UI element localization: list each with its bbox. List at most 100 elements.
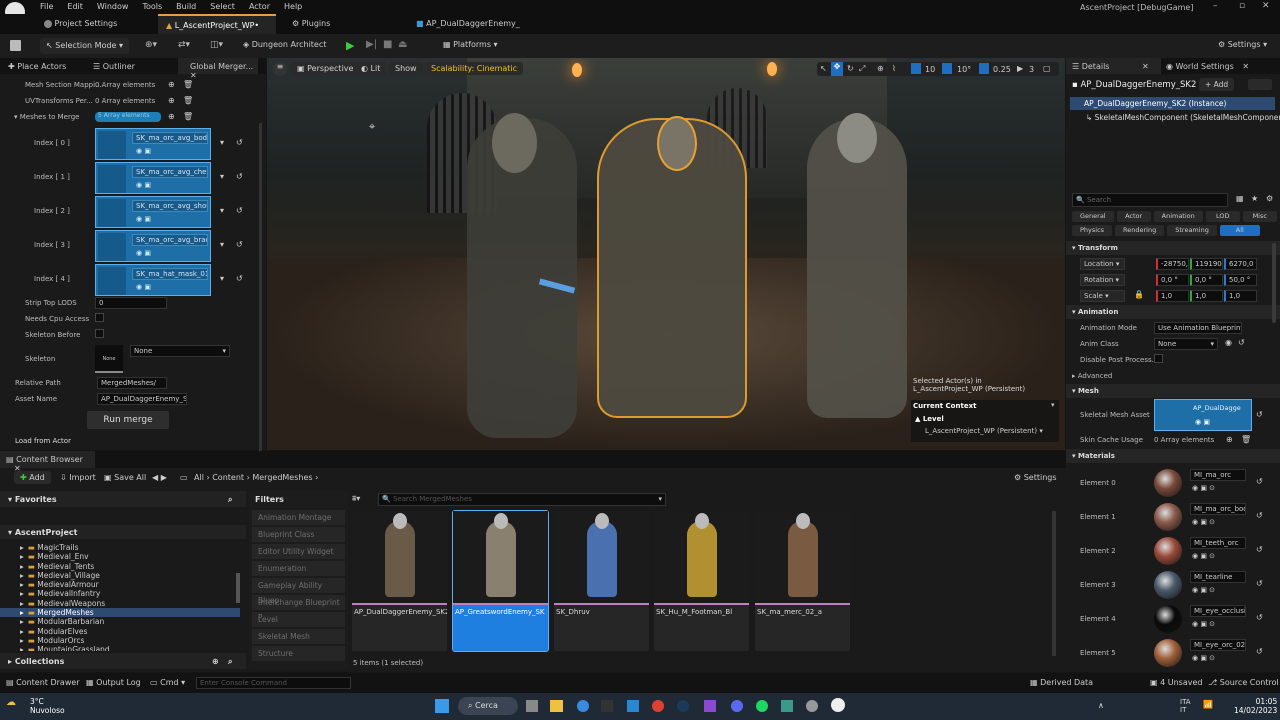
add-element-icon[interactable]: ⊕ [1226, 435, 1233, 444]
material-dropdown[interactable]: MI_eye_occlusion_he [1190, 605, 1246, 617]
search-icon[interactable]: ⌕ [228, 657, 232, 667]
material-dropdown[interactable]: MI_ma_orc_body [1190, 503, 1246, 515]
camera-speed-value[interactable]: 3 [1029, 65, 1034, 74]
asset-tile[interactable]: SK_Hu_M_Footman_Bl [654, 511, 749, 651]
scrollbar[interactable] [259, 123, 262, 483]
location-z[interactable]: 6270,0 [1224, 258, 1257, 270]
chevron-down-icon[interactable]: ▾ [220, 172, 224, 181]
chevron-down-icon[interactable]: ▾ [220, 138, 224, 147]
scrollbar[interactable] [1052, 511, 1056, 656]
add-actor-icon[interactable]: ⊕▾ [145, 40, 157, 50]
maps-icon[interactable] [781, 700, 793, 712]
lock-icon[interactable]: 🔒 [1134, 290, 1144, 299]
asset-tile[interactable]: SK_ma_merc_02_a [755, 511, 850, 651]
platforms-button[interactable]: ▦ Platforms ▾ [443, 40, 498, 49]
rotate-icon[interactable]: ↻ [847, 64, 854, 73]
scale-dropdown[interactable]: Scale ▾ [1080, 290, 1125, 302]
trash-icon[interactable]: 🗑 [183, 112, 193, 121]
filter-chip[interactable]: LOD [1205, 211, 1240, 222]
tab-details[interactable]: ☰ Details ✕ [1066, 58, 1161, 74]
tray-chevron-icon[interactable]: ∧ [1098, 701, 1104, 710]
tab-world-settings[interactable]: ◉ World Settings ✕ [1166, 62, 1249, 71]
eject-icon[interactable]: ⏏ [398, 39, 407, 50]
rotation-x[interactable]: 0,0 ° [1156, 274, 1189, 286]
file-explorer-icon[interactable] [550, 700, 563, 712]
menu-build[interactable]: Build [176, 2, 196, 11]
asset-tile[interactable]: SK_Dhruv [554, 511, 649, 651]
crumb[interactable]: All [194, 473, 204, 482]
discord-icon[interactable] [731, 700, 743, 712]
folder-item[interactable]: ▸ ▬ Medieval_Tents [0, 562, 240, 571]
expand-icon[interactable]: ▸ [20, 571, 24, 580]
content-drawer-button[interactable]: ▤ Content Drawer [6, 678, 80, 687]
instance-row[interactable]: AP_DualDaggerEnemy_SK2 (Instance) [1070, 97, 1275, 110]
windows-start-icon[interactable] [435, 699, 449, 713]
mesh-asset-dropdown[interactable]: SK_ma_hat_mask_01 [132, 268, 208, 280]
settings-button[interactable]: ⚙ Settings ▾ [1218, 40, 1267, 49]
asset-tile[interactable]: AP_GreatswordEnemy_SK [452, 510, 549, 652]
import-button[interactable]: ⇩ Import [60, 473, 96, 482]
chevron-down-icon[interactable]: ▾ [1051, 401, 1055, 409]
scrollbar[interactable] [1272, 243, 1276, 323]
menu-actor[interactable]: Actor [249, 2, 270, 11]
anim-mode-dropdown[interactable]: Use Animation Blueprint ▾ [1154, 322, 1242, 334]
strip-lods-input[interactable]: 0 [95, 297, 167, 309]
save-icon[interactable] [10, 40, 21, 51]
spotify-icon[interactable] [756, 700, 768, 712]
show-button[interactable]: Show [389, 62, 423, 75]
expand-icon[interactable]: ▸ [20, 608, 24, 617]
disable-post-checkbox[interactable] [1154, 354, 1163, 363]
browse-icon[interactable]: ◉ [1225, 338, 1232, 347]
project-header[interactable]: ▾ AscentProject [0, 525, 246, 539]
surface-snap-icon[interactable]: ⌇ [892, 64, 896, 73]
location-dropdown[interactable]: Location ▾ [1080, 258, 1125, 270]
folder-item[interactable]: ▸ ▬ MountainGrassland [0, 645, 240, 651]
filter-chip[interactable]: Misc [1242, 211, 1277, 222]
task-view-icon[interactable] [526, 700, 538, 712]
menu-help[interactable]: Help [284, 2, 302, 11]
animation-section[interactable]: ▾ Animation [1066, 305, 1280, 319]
browse-icon[interactable]: ◉ ▣ ⊙ [1192, 484, 1215, 492]
chrome-icon[interactable] [652, 700, 664, 712]
expand-icon[interactable]: ▸ [20, 617, 24, 626]
scale-y[interactable]: 1,0 [1190, 290, 1223, 302]
add-element-icon[interactable]: ⊕ [168, 96, 175, 105]
chevron-down-icon[interactable]: ▾ [220, 240, 224, 249]
filter-chip[interactable]: All [1219, 225, 1260, 236]
output-log-button[interactable]: ▦ Output Log [86, 678, 141, 687]
expand-icon[interactable]: ▸ [20, 599, 24, 608]
filter-item[interactable]: Enumeration [252, 561, 345, 576]
filter-chip[interactable]: General [1072, 211, 1114, 222]
edge-icon[interactable] [577, 700, 589, 712]
expand-icon[interactable]: ▸ [20, 580, 24, 589]
cinematics-icon[interactable]: ◫▾ [210, 40, 223, 50]
material-dropdown[interactable]: MI_tearline [1190, 571, 1246, 583]
lit-button[interactable]: ◐ Lit [355, 62, 387, 75]
browse-icon[interactable]: ◉ ▣ [136, 147, 151, 155]
meshes-to-merge-label[interactable]: ▾ Meshes to Merge [14, 113, 79, 121]
scale-value[interactable]: 0.25 [993, 65, 1011, 74]
mesh-asset-dropdown[interactable]: SK_ma_orc_avg_shou [132, 200, 208, 212]
trash-icon[interactable]: 🗑 [1241, 435, 1251, 444]
folder-item[interactable]: ▸ ▬ MedievalInfantry [0, 589, 240, 598]
expand-icon[interactable]: ▸ [20, 636, 24, 645]
orc-character[interactable] [807, 118, 907, 418]
tab-content-browser[interactable]: ▤ Content Browser ✕ [0, 451, 95, 473]
source-control-button[interactable]: ⎇ Source Control [1208, 678, 1279, 687]
epic-games-icon[interactable] [601, 700, 613, 712]
reset-icon[interactable]: ↺ [1256, 613, 1263, 622]
rotation-y[interactable]: 0,0 ° [1190, 274, 1223, 286]
folder-item[interactable]: ▸ ▬ Medieval_Village [0, 571, 240, 580]
menu-select[interactable]: Select [210, 2, 235, 11]
filter-chip[interactable]: Actor [1116, 211, 1151, 222]
reset-icon[interactable]: ↺ [1256, 579, 1263, 588]
expand-icon[interactable]: ▸ [20, 552, 24, 561]
filter-chip[interactable]: Physics [1072, 225, 1113, 236]
chevron-down-icon[interactable]: ▾ [220, 274, 224, 283]
filter-item[interactable]: Interchange Blueprint P [252, 595, 345, 622]
mesh-asset-box[interactable]: SK_ma_orc_avg_ches ◉ ▣ [95, 162, 211, 194]
folder-item[interactable]: ▸ ▬ MedievalWeapons [0, 599, 240, 608]
filter-icon[interactable]: ⩩▾ [352, 494, 360, 504]
location-x[interactable]: -28750, [1156, 258, 1189, 270]
viewport[interactable]: ≡ ▣ Perspective ◐ Lit Show Scalability: … [267, 58, 1065, 450]
